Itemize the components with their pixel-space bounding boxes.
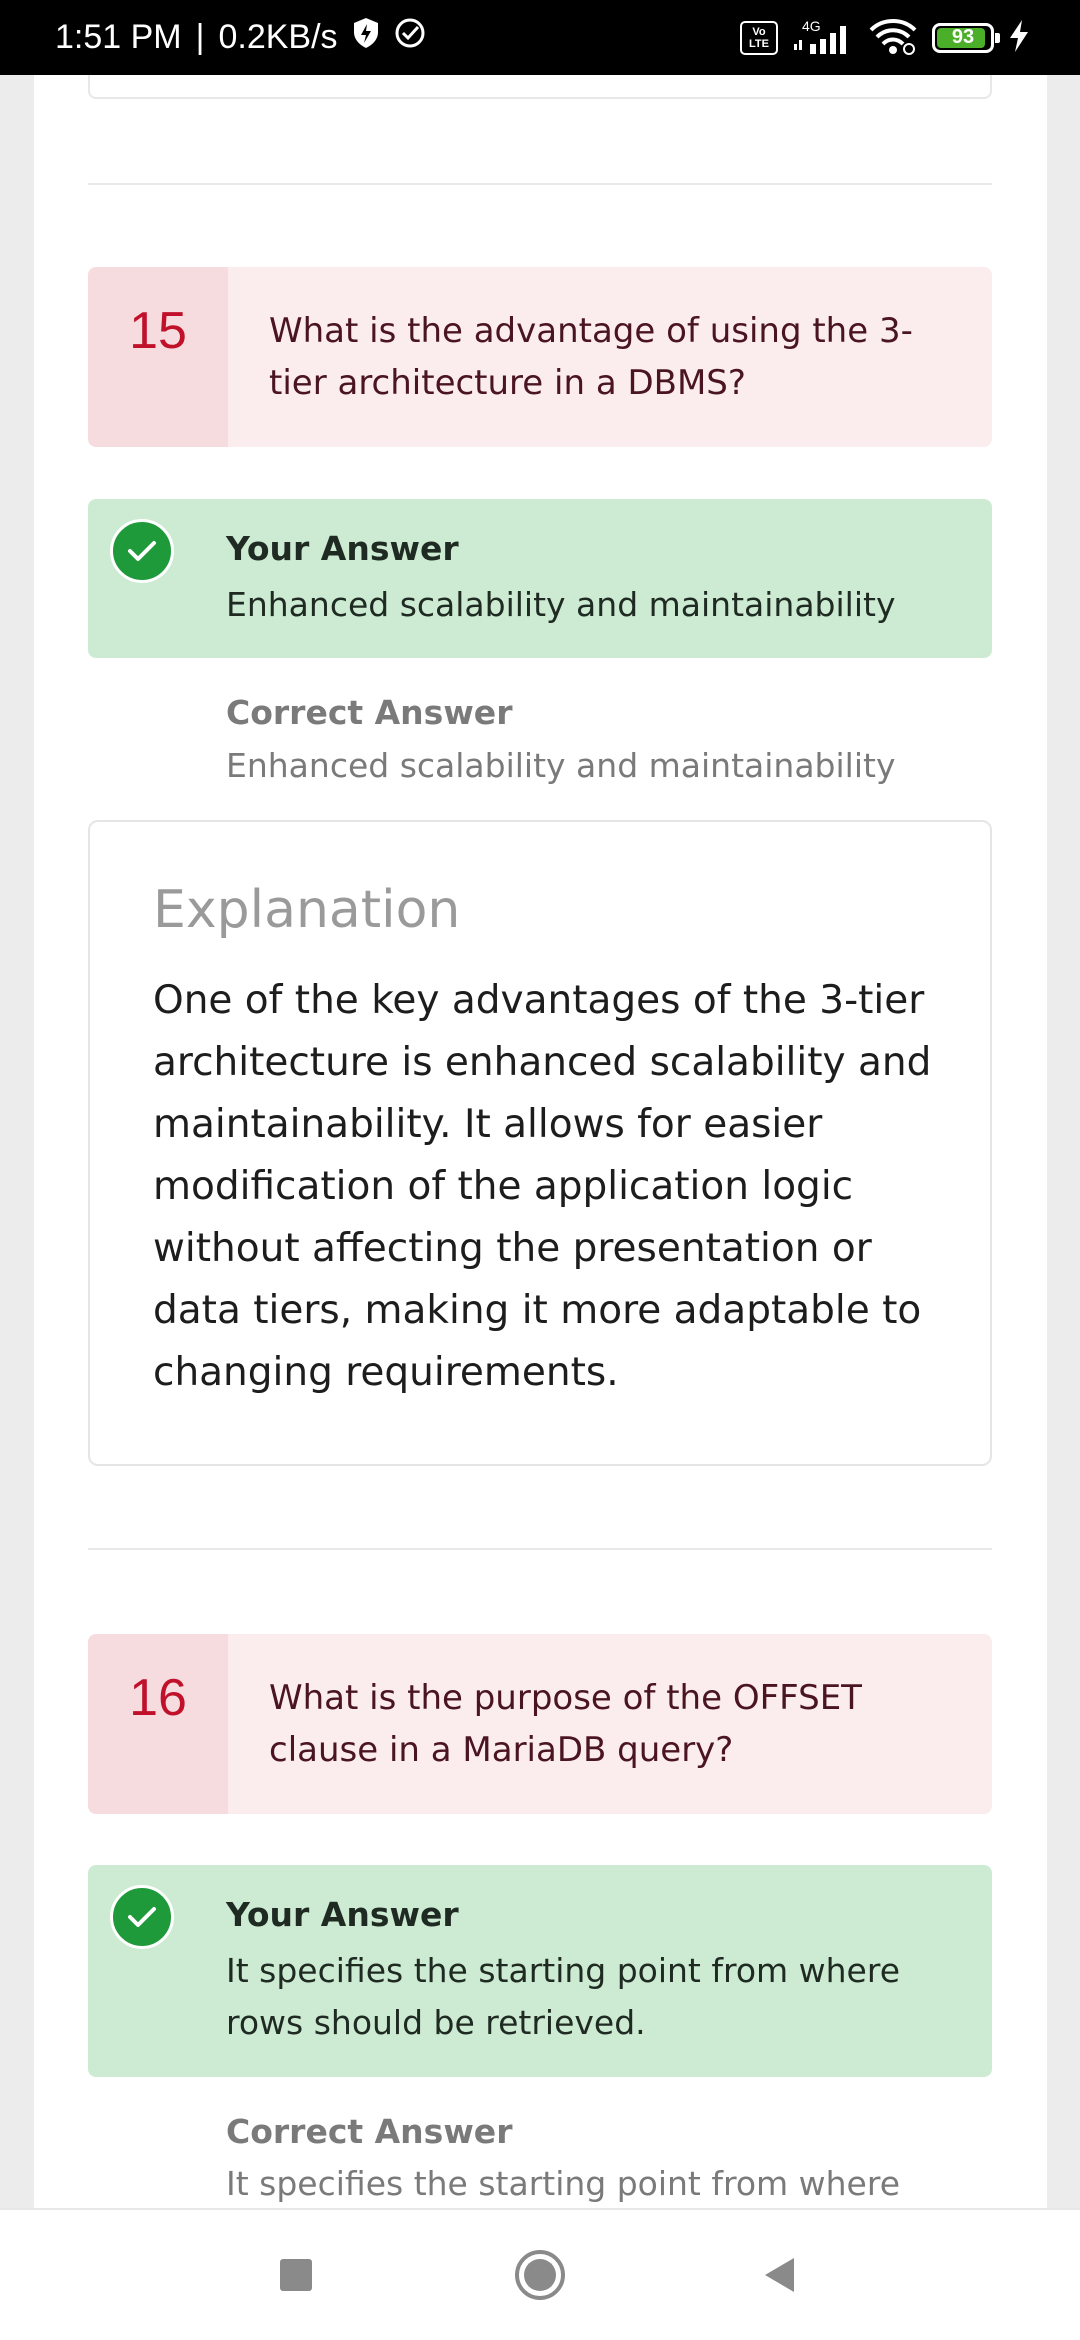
back-button[interactable]: [720, 2210, 840, 2340]
battery-level: 93: [951, 26, 975, 48]
navigation-bar: [0, 2208, 1080, 2340]
clock: 1:51 PM: [55, 18, 182, 56]
question-number: 15: [88, 267, 228, 447]
correct-answer-label: Correct Answer: [226, 2112, 513, 2151]
back-triangle-icon: [765, 2258, 794, 2292]
section-divider: [88, 1548, 992, 1550]
charging-icon: [1008, 19, 1030, 57]
wifi-icon: [868, 16, 918, 60]
volte-icon: Vo LTE: [740, 20, 778, 55]
circle-icon: [515, 2250, 565, 2300]
status-separator: |: [195, 18, 205, 56]
battery-tip: [995, 32, 1000, 43]
your-answer-card: Your Answer Enhanced scalability and mai…: [88, 499, 992, 658]
status-right: Vo LTE 4G 93: [740, 0, 1030, 75]
your-answer-text: Enhanced scalability and maintainability: [226, 585, 896, 624]
recents-button[interactable]: [236, 2210, 356, 2340]
previous-explanation-card: [88, 75, 992, 99]
question-text: What is the purpose of the OFFSET clause…: [269, 1678, 862, 1770]
check-icon: [110, 519, 174, 583]
question-card: 16 What is the purpose of the OFFSET cla…: [88, 1634, 992, 1814]
explanation-card: Explanation One of the key advantages of…: [88, 820, 992, 1466]
your-answer-label: Your Answer: [226, 1895, 459, 1934]
screen: 1:51 PM | 0.2KB/s Vo LTE 4G 93 15 What i…: [0, 0, 1080, 2340]
status-bar: 1:51 PM | 0.2KB/s Vo LTE 4G 93: [0, 0, 1080, 75]
status-left: 1:51 PM | 0.2KB/s: [55, 0, 426, 75]
explanation-text: One of the key advantages of the 3-tier …: [153, 978, 932, 1395]
correct-answer-text: Enhanced scalability and maintainability: [226, 746, 896, 785]
square-icon: [280, 2259, 312, 2291]
question-card: 15 What is the advantage of using the 3-…: [88, 267, 992, 447]
your-answer-text: It specifies the starting point from whe…: [226, 1951, 901, 2042]
home-button[interactable]: [480, 2210, 600, 2340]
explanation-title: Explanation: [153, 880, 461, 940]
shield-bolt-icon: [352, 17, 380, 58]
signal-icon: 4G: [792, 18, 854, 58]
volte-top: Vo: [752, 25, 766, 38]
network-speed: 0.2KB/s: [218, 18, 338, 56]
section-divider: [88, 183, 992, 185]
battery-icon: 93: [932, 22, 1000, 53]
check-icon: [110, 1885, 174, 1949]
your-answer-card: Your Answer It specifies the starting po…: [88, 1865, 992, 2077]
your-answer-label: Your Answer: [226, 529, 459, 568]
question-number: 16: [88, 1634, 228, 1814]
question-text: What is the advantage of using the 3-tie…: [269, 311, 913, 403]
correct-answer-label: Correct Answer: [226, 693, 513, 732]
volte-bottom: LTE: [749, 37, 769, 50]
check-circle-icon: [394, 17, 426, 58]
